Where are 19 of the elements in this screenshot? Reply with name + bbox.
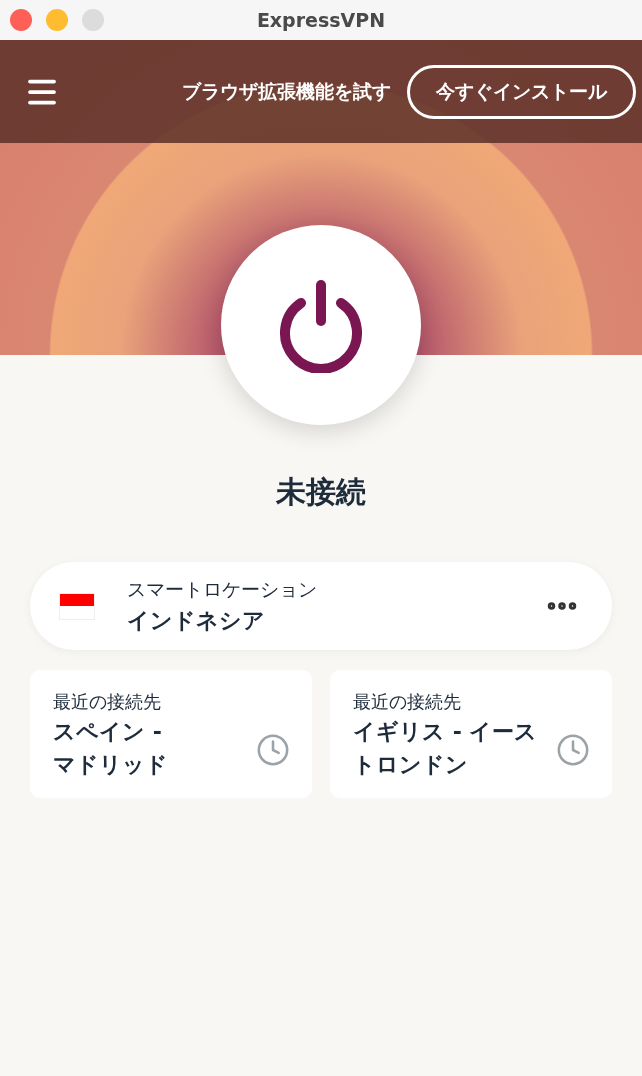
connection-status: 未接続 [276, 473, 366, 511]
recent-location-name: スペイン - [53, 717, 163, 746]
recent-label: 最近の接続先 [53, 689, 162, 714]
banner-text: ブラウザ拡張機能を試す [182, 79, 391, 105]
flag-icon [59, 592, 95, 620]
recent-location-name: マドリッド [53, 750, 168, 779]
close-button[interactable] [10, 9, 32, 31]
recent-location-name: トロンドン [353, 750, 469, 779]
location-name: インドネシア [127, 606, 266, 635]
clock-icon [256, 733, 290, 767]
location-label: スマートロケーション [127, 577, 317, 603]
recent-location-card[interactable]: 最近の接続先 イギリス - イース トロンドン [330, 670, 612, 798]
location-card[interactable]: スマートロケーション インドネシア [30, 562, 612, 650]
install-button[interactable]: 今すぐインストール [407, 64, 636, 119]
recent-location-card[interactable]: 最近の接続先 スペイン - マドリッド [30, 670, 312, 798]
recent-label: 最近の接続先 [353, 689, 462, 714]
recent-location-name: イギリス - イース [353, 717, 538, 746]
window-title: ExpressVPN [256, 7, 386, 33]
clock-icon [556, 733, 590, 767]
